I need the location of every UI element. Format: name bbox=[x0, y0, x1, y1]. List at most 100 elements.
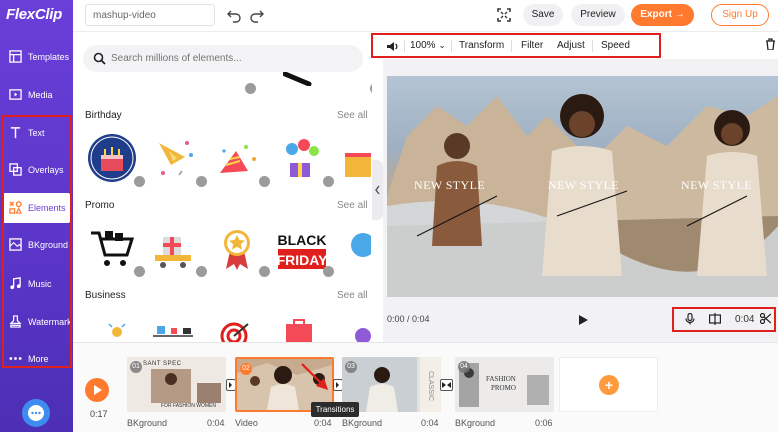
more-dots-icon bbox=[9, 357, 22, 360]
add-element-icon[interactable] bbox=[196, 176, 207, 187]
scissors-icon[interactable] bbox=[760, 313, 771, 324]
speed-button[interactable]: Speed bbox=[601, 40, 630, 51]
timeline-clip-1[interactable]: 01 SANT SPEC FOR FASHION WOMEN bbox=[127, 357, 226, 412]
element-thumbnail[interactable] bbox=[212, 318, 264, 342]
shopping-cart-element[interactable] bbox=[87, 223, 145, 277]
sidebar-item-media[interactable]: Media bbox=[3, 80, 70, 110]
adjust-button[interactable]: Adjust bbox=[557, 40, 585, 51]
add-element-icon[interactable] bbox=[134, 266, 145, 277]
add-clip-button[interactable]: + bbox=[559, 357, 658, 412]
export-button[interactable]: Export → bbox=[631, 4, 694, 26]
party-popper-element[interactable] bbox=[149, 133, 207, 187]
clip-caption-vertical: CLASSIC bbox=[427, 371, 434, 401]
toolbar-divider bbox=[511, 40, 512, 52]
add-element-icon[interactable] bbox=[323, 266, 334, 277]
overlay-text-3[interactable]: NEW STYLE bbox=[681, 178, 752, 193]
sidebar-item-text[interactable]: Text bbox=[3, 118, 70, 148]
add-element-icon[interactable] bbox=[134, 176, 145, 187]
element-thumbnail[interactable] bbox=[87, 318, 139, 342]
clip-duration: 0:06 bbox=[535, 418, 553, 428]
sidebar-item-overlays[interactable]: Overlays bbox=[3, 155, 70, 185]
timeline-current-time: 0:17 bbox=[90, 409, 108, 419]
transition-icon bbox=[229, 382, 232, 388]
black-friday-sign-element[interactable]: BLACK FRIDAY bbox=[276, 223, 334, 277]
balloons-gift-graphic bbox=[286, 139, 319, 177]
section-title-business: Business bbox=[85, 290, 126, 301]
preview-button[interactable]: Preview bbox=[571, 4, 625, 26]
aspect-ratio-icon[interactable] bbox=[709, 313, 721, 325]
element-thumbnail[interactable] bbox=[276, 318, 328, 342]
search-box[interactable] bbox=[83, 45, 363, 72]
sidebar-item-label: More bbox=[28, 354, 49, 364]
fullscreen-icon[interactable] bbox=[497, 8, 511, 22]
media-icon bbox=[9, 89, 22, 100]
overlays-icon bbox=[9, 163, 22, 176]
sidebar-item-templates[interactable]: Templates bbox=[3, 42, 70, 72]
transform-button[interactable]: Transform bbox=[459, 40, 504, 51]
export-label: Export bbox=[640, 9, 672, 20]
sidebar-item-watermark[interactable]: Watermark bbox=[3, 307, 72, 337]
clip-duration-readout: 0:04 bbox=[735, 314, 755, 325]
timeline-play-button[interactable] bbox=[85, 378, 109, 402]
sidebar-item-label: Overlays bbox=[28, 165, 64, 175]
timeline-clip-4[interactable]: 04 FASHION PROMO bbox=[455, 357, 554, 412]
overlay-text-1[interactable]: NEW STYLE bbox=[414, 178, 485, 193]
add-element-icon[interactable] bbox=[323, 176, 334, 187]
clip-number-badge: 02 bbox=[240, 363, 252, 375]
save-button[interactable]: Save bbox=[523, 4, 563, 26]
add-element-icon[interactable] bbox=[196, 266, 207, 277]
medal-star-element[interactable] bbox=[212, 223, 270, 277]
microphone-icon[interactable] bbox=[684, 313, 696, 325]
party-popper-graphic bbox=[159, 141, 193, 176]
project-name-field[interactable]: mashup-video bbox=[85, 4, 215, 26]
element-thumbnail[interactable] bbox=[323, 82, 372, 94]
sidebar-item-elements[interactable]: Elements bbox=[3, 193, 70, 223]
flexclip-logo: FlexClip bbox=[6, 6, 62, 23]
volume-icon[interactable] bbox=[386, 41, 399, 52]
sidebar-item-music[interactable]: Music bbox=[3, 269, 70, 299]
birthday-cake-element[interactable] bbox=[87, 133, 145, 187]
trash-icon[interactable] bbox=[765, 38, 776, 50]
section-title-promo: Promo bbox=[85, 200, 115, 211]
editor-toolbar: 100% ⌄ Transform Filter Adjust Speed bbox=[371, 32, 778, 59]
transition-button-3[interactable] bbox=[440, 379, 453, 391]
sidebar-item-bkground[interactable]: BKground bbox=[3, 230, 70, 260]
see-all-business-link[interactable]: See all bbox=[337, 290, 368, 301]
element-thumbnail[interactable] bbox=[341, 318, 371, 342]
party-hat-element[interactable] bbox=[212, 133, 270, 187]
sign-up-button[interactable]: Sign Up bbox=[711, 4, 769, 26]
undo-icon[interactable] bbox=[226, 7, 242, 23]
chat-help-button[interactable] bbox=[22, 399, 50, 427]
clip-label: Video bbox=[235, 418, 258, 428]
sidebar-item-more[interactable]: More bbox=[3, 344, 70, 374]
search-input[interactable] bbox=[111, 50, 351, 67]
element-thumbnail[interactable] bbox=[198, 82, 256, 94]
play-icon[interactable] bbox=[577, 314, 589, 326]
redo-icon[interactable] bbox=[249, 7, 265, 23]
element-thumbnail[interactable] bbox=[341, 133, 371, 185]
element-thumbnail[interactable] bbox=[149, 318, 201, 342]
panel-collapse-handle[interactable] bbox=[372, 160, 383, 220]
filter-button[interactable]: Filter bbox=[521, 40, 543, 51]
desk-people-graphic bbox=[153, 326, 193, 337]
zoom-select[interactable]: 100% ⌄ bbox=[410, 40, 446, 51]
clip-caption-bottom: FOR FASHION WOMEN bbox=[161, 403, 216, 409]
see-all-birthday-link[interactable]: See all bbox=[337, 110, 368, 121]
balloons-gift-element[interactable] bbox=[276, 133, 334, 187]
element-thumbnail[interactable] bbox=[341, 223, 372, 275]
gift-truck-element[interactable] bbox=[149, 223, 207, 277]
sidebar-item-label: Music bbox=[28, 279, 52, 289]
chat-bubble-icon bbox=[28, 405, 44, 421]
sidebar-item-label: Elements bbox=[28, 203, 66, 213]
add-element-icon[interactable] bbox=[259, 266, 270, 277]
add-element-icon[interactable] bbox=[259, 176, 270, 187]
add-element-icon[interactable] bbox=[245, 83, 256, 94]
target-graphic bbox=[220, 322, 249, 342]
overlay-text-2[interactable]: NEW STYLE bbox=[548, 178, 619, 193]
watermark-stamp-icon bbox=[9, 315, 22, 328]
see-all-promo-link[interactable]: See all bbox=[337, 200, 368, 211]
video-canvas[interactable]: NEW STYLE NEW STYLE NEW STYLE bbox=[387, 76, 778, 297]
add-element-icon[interactable] bbox=[370, 83, 372, 94]
sidebar-item-label: Watermark bbox=[28, 317, 72, 327]
toolbar-divider bbox=[451, 40, 452, 52]
